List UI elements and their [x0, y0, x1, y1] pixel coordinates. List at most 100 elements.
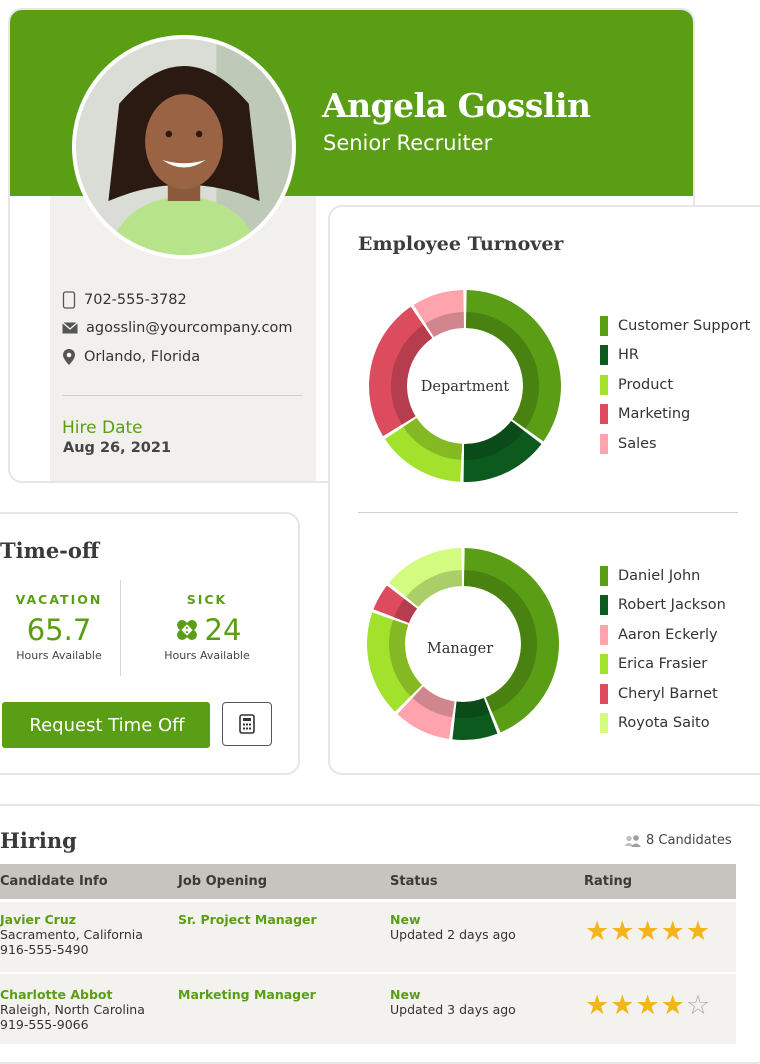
legend-swatch: [600, 595, 608, 616]
profile-name: Angela Gosslin: [322, 86, 591, 125]
department-donut-chart: Department: [369, 290, 561, 482]
job-opening[interactable]: Marketing Manager: [178, 987, 316, 1002]
legend-swatch: [600, 624, 608, 645]
legend-item: Daniel John: [600, 561, 726, 591]
vacation-label: VACATION: [15, 592, 103, 607]
table-row[interactable]: Charlotte Abbot Raleigh, North Carolina …: [0, 974, 736, 1044]
legend-swatch: [600, 315, 608, 336]
phone-row[interactable]: 702-555-3782: [62, 291, 187, 309]
vacation-hours-caption: Hours Available: [16, 649, 102, 662]
phone-text: 702-555-3782: [84, 292, 187, 308]
candidate-name[interactable]: Javier Cruz: [0, 912, 143, 927]
avatar: [72, 35, 296, 259]
legend-label: Customer Support: [618, 317, 751, 334]
vacation-hours: 65.7: [26, 613, 92, 647]
vacation-hours-row: 65.7: [0, 613, 124, 647]
employee-turnover-card: Employee Turnover Department Customer Su…: [328, 205, 760, 775]
sick-hours-caption: Hours Available: [164, 649, 250, 662]
time-off-divider: [120, 580, 121, 676]
job-opening[interactable]: Sr. Project Manager: [178, 912, 317, 927]
candidate-count-text: 8 Candidates: [646, 833, 732, 848]
status: New Updated 3 days ago: [390, 987, 516, 1017]
column-candidate-info: Candidate Info: [0, 874, 108, 889]
sick-hours-row: 24: [142, 613, 272, 647]
star-filled-icon[interactable]: ★: [585, 916, 610, 947]
legend-item: Robert Jackson: [600, 591, 726, 621]
turnover-divider: [358, 512, 738, 513]
candidate-count: 8 Candidates: [624, 833, 732, 848]
department-center-label: Department: [421, 379, 510, 395]
star-empty-icon[interactable]: ☆: [686, 990, 711, 1021]
column-status: Status: [390, 874, 438, 889]
rating-stars[interactable]: ★★★★★: [585, 916, 711, 947]
legend-swatch: [600, 565, 608, 586]
map-pin-icon: [63, 349, 75, 365]
hire-date-value: Aug 26, 2021: [63, 440, 172, 456]
star-filled-icon[interactable]: ★: [661, 990, 686, 1021]
legend-label: Royota Saito: [618, 715, 710, 732]
status-badge: New: [390, 912, 421, 927]
mail-icon: [62, 322, 78, 334]
legend-label: Sales: [618, 435, 657, 452]
legend-label: HR: [618, 347, 639, 364]
candidate-location: Raleigh, North Carolina: [0, 1002, 145, 1017]
sick-balance: SICK 24 Hours Available: [142, 592, 272, 662]
request-time-off-button[interactable]: Request Time Off: [2, 702, 210, 748]
legend-label: Aaron Eckerly: [618, 626, 718, 643]
status-updated: Updated 2 days ago: [390, 927, 516, 942]
star-filled-icon[interactable]: ★: [635, 916, 660, 947]
profile-divider: [62, 395, 302, 396]
status: New Updated 2 days ago: [390, 912, 516, 942]
star-filled-icon[interactable]: ★: [635, 990, 660, 1021]
location-text: Orlando, Florida: [84, 349, 201, 365]
column-job-opening: Job Opening: [178, 874, 268, 889]
candidate-phone: 916-555-5490: [0, 942, 89, 957]
star-filled-icon[interactable]: ★: [610, 916, 635, 947]
email-row[interactable]: agosslin@yourcompany.com: [62, 320, 292, 336]
legend-item: Sales: [600, 429, 750, 459]
candidate-info: Charlotte Abbot Raleigh, North Carolina …: [0, 987, 145, 1032]
phone-icon: [62, 291, 76, 309]
department-legend: Customer Support HR Product Marketing Sales: [600, 311, 750, 459]
legend-item: Customer Support: [600, 311, 750, 341]
table-header: Candidate Info Job Opening Status Rating: [0, 864, 736, 899]
time-off-card: Time-off VACATION 65.7 Hours Available S…: [0, 512, 300, 775]
legend-label: Erica Frasier: [618, 656, 708, 673]
hiring-title: Hiring: [0, 828, 77, 853]
star-filled-icon[interactable]: ★: [610, 990, 635, 1021]
manager-donut-chart: Manager: [367, 548, 559, 740]
legend-swatch: [600, 654, 608, 675]
legend-label: Cheryl Barnet: [618, 685, 718, 702]
legend-label: Product: [618, 376, 674, 393]
column-rating: Rating: [584, 874, 633, 889]
candidate-name[interactable]: Charlotte Abbot: [0, 987, 145, 1002]
star-filled-icon[interactable]: ★: [661, 916, 686, 947]
calculator-icon: [239, 714, 255, 734]
legend-item: Cheryl Barnet: [600, 679, 726, 709]
legend-swatch: [600, 713, 608, 734]
hiring-card: Hiring 8 Candidates Candidate Info Job O…: [0, 804, 760, 1064]
legend-swatch: [600, 345, 608, 366]
vacation-balance: VACATION 65.7 Hours Available: [0, 592, 124, 662]
legend-swatch: [600, 683, 608, 704]
calculator-button[interactable]: [222, 702, 272, 746]
candidate-location: Sacramento, California: [0, 927, 143, 942]
legend-label: Marketing: [618, 406, 691, 423]
table-row[interactable]: Javier Cruz Sacramento, California 916-5…: [0, 902, 736, 972]
profile-title: Senior Recruiter: [323, 131, 493, 155]
candidate-phone: 919-555-9066: [0, 1017, 89, 1032]
manager-legend: Daniel John Robert Jackson Aaron Eckerly Er…: [600, 561, 726, 738]
hire-date-label: Hire Date: [62, 418, 143, 438]
star-filled-icon[interactable]: ★: [585, 990, 610, 1021]
legend-item: Aaron Eckerly: [600, 620, 726, 650]
location-row: Orlando, Florida: [62, 348, 200, 366]
email-text: agosslin@yourcompany.com: [86, 320, 293, 336]
legend-label: Robert Jackson: [618, 597, 726, 614]
candidate-info: Javier Cruz Sacramento, California 916-5…: [0, 912, 143, 957]
star-filled-icon[interactable]: ★: [686, 916, 711, 947]
status-badge: New: [390, 987, 421, 1002]
rating-stars[interactable]: ★★★★☆: [585, 990, 711, 1021]
manager-center-label: Manager: [427, 641, 493, 657]
legend-item: Product: [600, 370, 750, 400]
legend-swatch: [600, 433, 608, 454]
